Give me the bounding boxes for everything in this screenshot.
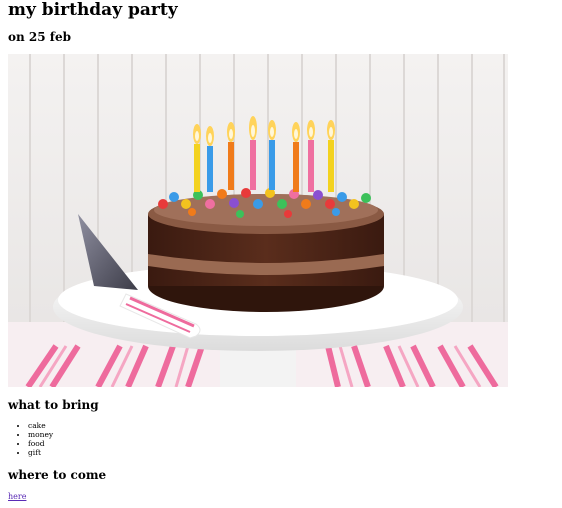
list-item: gift	[28, 448, 53, 457]
list-item: cake	[28, 421, 53, 430]
list-item: money	[28, 430, 53, 439]
birthday-cake-photo	[8, 54, 508, 387]
list-item: food	[28, 439, 53, 448]
bring-list: cake money food gift	[8, 421, 53, 457]
where-to-come-heading: where to come	[8, 468, 107, 482]
page-title: my birthday party	[8, 0, 178, 20]
location-link[interactable]: here	[8, 492, 26, 502]
party-date: on 25 feb	[8, 30, 71, 44]
page: my birthday party on 25 feb what to brin…	[0, 0, 562, 508]
what-to-bring-heading: what to bring	[8, 398, 99, 412]
